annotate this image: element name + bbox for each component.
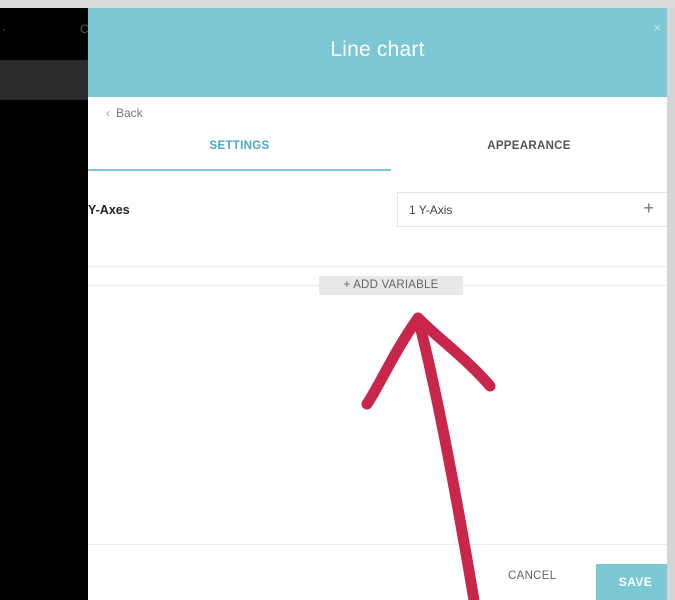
chart-settings-modal: Line chart × ‹ Back SETTINGS APPEARANCE Y… — [88, 8, 667, 600]
tab-settings[interactable]: SETTINGS — [88, 140, 391, 152]
background-sidebar-row — [0, 60, 88, 100]
close-icon[interactable]: × — [653, 20, 661, 35]
y-axes-label: Y-Axes — [88, 203, 130, 217]
tab-appearance[interactable]: APPEARANCE — [391, 140, 667, 152]
back-link[interactable]: ‹ Back — [106, 106, 143, 120]
modal-title: Line chart — [330, 38, 425, 61]
background-right-edge — [667, 8, 675, 600]
add-variable-button[interactable]: + ADD VARIABLE — [319, 276, 463, 295]
cancel-button[interactable]: CANCEL — [508, 570, 556, 582]
background-faint-glyph: C — [80, 22, 88, 36]
background-faint-glyph: · — [2, 22, 6, 36]
background-app-panel: · C — [0, 8, 88, 600]
back-label: Back — [116, 106, 143, 120]
background-top-strip — [0, 0, 675, 8]
modal-header: Line chart × — [88, 8, 667, 97]
footer-divider — [88, 544, 667, 545]
save-button[interactable]: SAVE — [596, 564, 667, 600]
chevron-left-icon: ‹ — [106, 106, 110, 120]
active-tab-indicator — [88, 169, 391, 171]
y-axes-select[interactable]: 1 Y-Axis + — [397, 192, 667, 227]
divider — [88, 266, 667, 267]
y-axes-value: 1 Y-Axis — [409, 203, 453, 217]
plus-icon[interactable]: + — [643, 198, 654, 219]
